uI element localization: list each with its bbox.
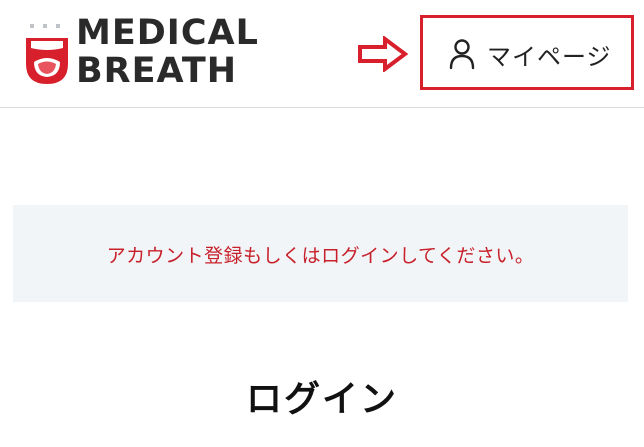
logo-wordmark: MEDICAL BREATH xyxy=(76,14,259,90)
logo-line-1: MEDICAL xyxy=(76,13,259,53)
site-header: MEDICAL BREATH マイページ xyxy=(0,0,644,108)
mypage-link[interactable]: マイページ xyxy=(449,36,612,72)
open-mouth-logo-icon xyxy=(26,24,68,84)
right-arrow-icon xyxy=(358,36,409,72)
site-logo[interactable]: MEDICAL BREATH xyxy=(22,12,262,94)
login-notice: アカウント登録もしくはログインしてください。 xyxy=(13,205,628,302)
logo-line-2: BREATH xyxy=(76,51,238,91)
notice-message: アカウント登録もしくはログインしてください。 xyxy=(106,245,535,267)
mypage-label: マイページ xyxy=(487,42,612,71)
page-title: ログイン xyxy=(245,379,398,420)
mypage-highlight-box: マイページ xyxy=(420,15,634,90)
user-icon xyxy=(449,39,475,70)
